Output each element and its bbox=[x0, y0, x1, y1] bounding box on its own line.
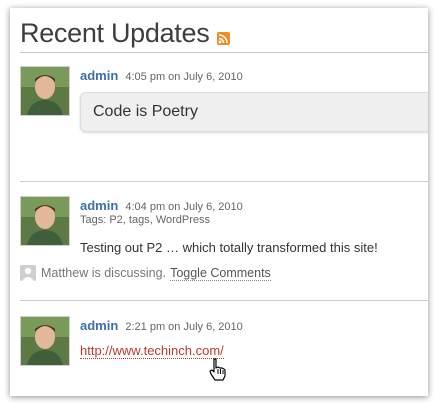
post-divider bbox=[20, 181, 428, 182]
post-tags[interactable]: Tags: P2, tags, WordPress bbox=[80, 214, 210, 226]
page-title: Recent Updates bbox=[20, 18, 210, 48]
post-meta: admin 4:04 pm on July 6, 2010 bbox=[80, 198, 243, 213]
avatar[interactable] bbox=[20, 196, 70, 246]
post-timestamp[interactable]: 4:04 pm on July 6, 2010 bbox=[125, 201, 242, 213]
avatar[interactable] bbox=[20, 66, 70, 116]
toggle-comments-link[interactable]: Toggle Comments bbox=[170, 266, 271, 281]
post-item: admin 4:04 pm on July 6, 2010 Tags: P2, … bbox=[20, 196, 428, 296]
post-link[interactable]: http://www.techinch.com/ bbox=[80, 343, 224, 359]
author-link[interactable]: admin bbox=[80, 198, 118, 213]
post-timestamp[interactable]: 2:21 pm on July 6, 2010 bbox=[125, 321, 242, 333]
user-icon bbox=[20, 265, 36, 281]
post-meta: admin 4:05 pm on July 6, 2010 bbox=[80, 68, 243, 83]
discussion-bar: Matthew is discussing. Toggle Comments bbox=[20, 265, 271, 281]
discussion-status: Matthew is discussing. bbox=[41, 266, 167, 280]
hand-cursor-icon bbox=[208, 358, 228, 387]
post-meta: admin 2:21 pm on July 6, 2010 bbox=[80, 318, 243, 333]
author-link[interactable]: admin bbox=[80, 318, 118, 333]
author-link[interactable]: admin bbox=[80, 68, 118, 83]
post-timestamp[interactable]: 4:05 pm on July 6, 2010 bbox=[125, 71, 242, 83]
rss-feed-icon[interactable] bbox=[217, 31, 231, 45]
post-content: Code is Poetry bbox=[93, 103, 198, 120]
avatar[interactable] bbox=[20, 316, 70, 366]
post-item: admin 4:05 pm on July 6, 2010 Code is Po… bbox=[20, 66, 428, 166]
post-divider bbox=[20, 300, 428, 301]
updates-panel: Recent Updates admin 4:05 pm on July 6, … bbox=[10, 8, 428, 396]
post-quote-box: Code is Poetry bbox=[80, 92, 428, 132]
header-divider bbox=[20, 52, 428, 53]
post-content: Testing out P2 … which totally transform… bbox=[80, 240, 378, 255]
header: Recent Updates bbox=[20, 18, 231, 48]
